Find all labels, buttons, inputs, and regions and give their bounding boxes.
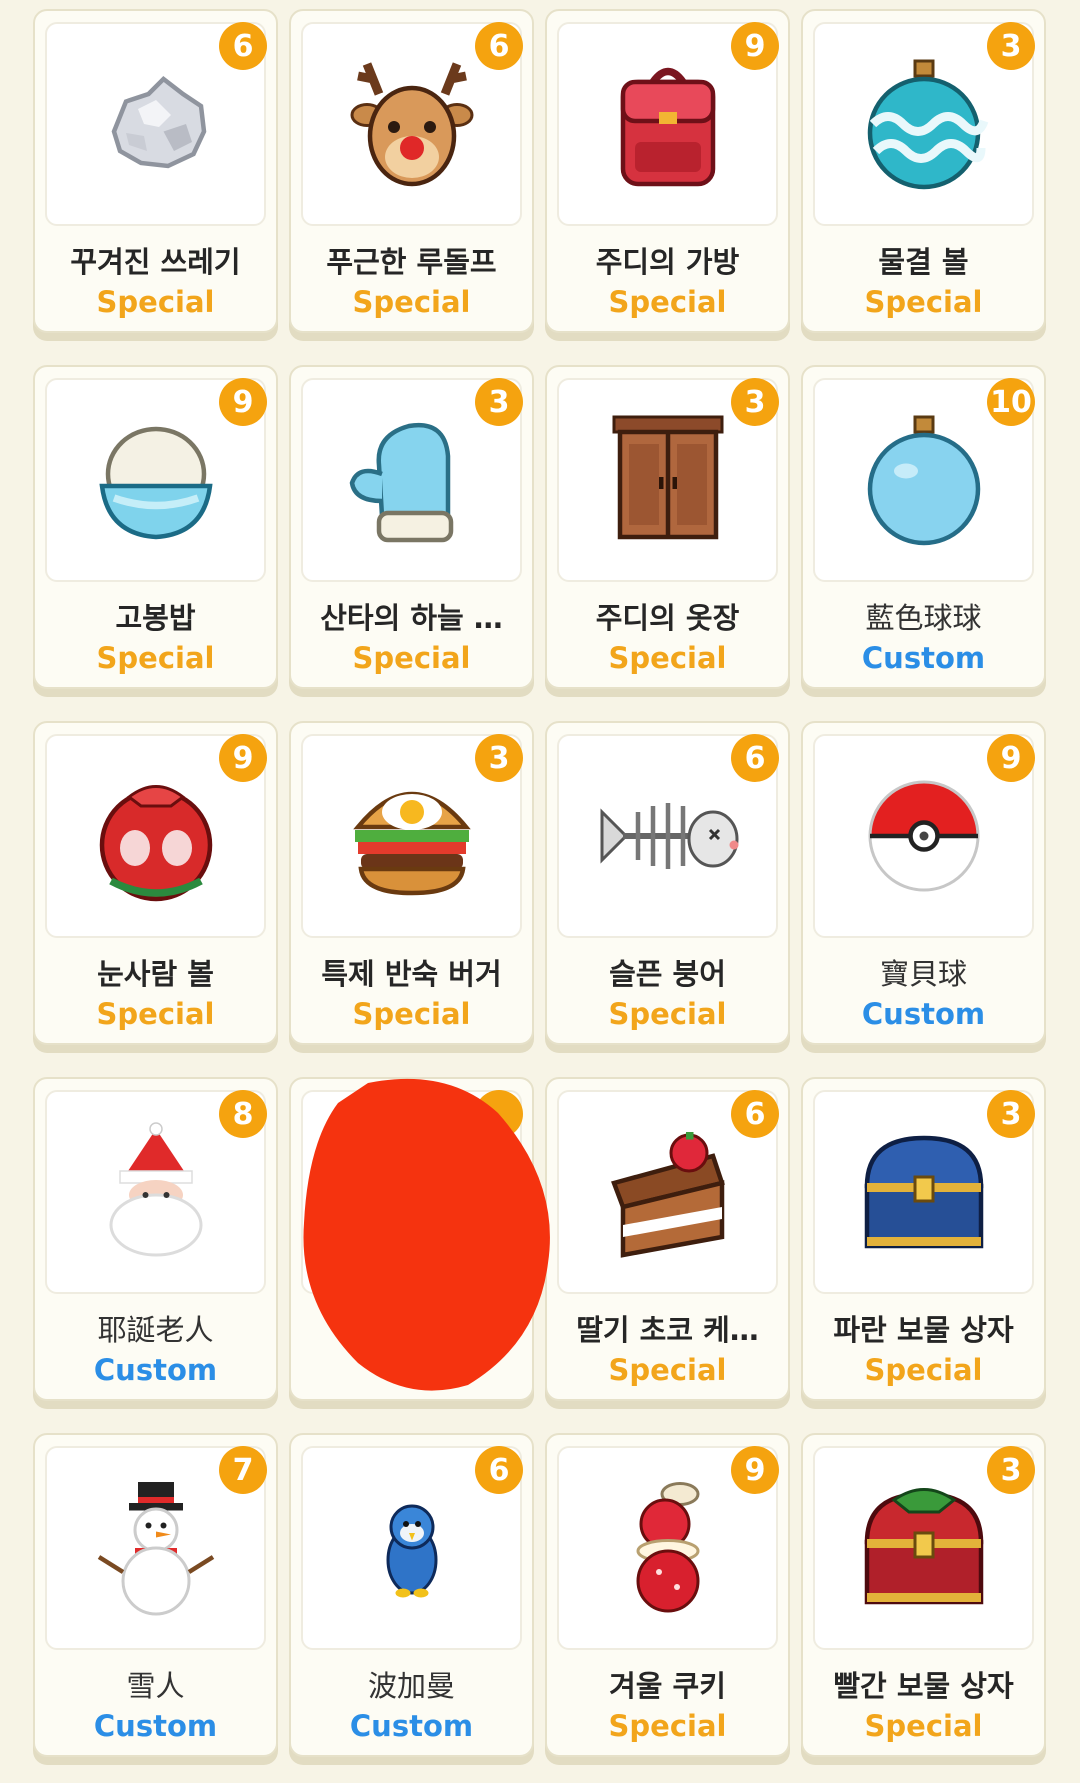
item-card[interactable]: 3 주디의 옷장 Special: [545, 365, 790, 689]
count-badge: 6: [219, 22, 267, 70]
item-name: 寶貝球: [879, 957, 967, 991]
redaction-scribble: [303, 1078, 550, 1391]
santa-icon: [109, 1122, 202, 1257]
red-ornament-icon: [99, 785, 212, 902]
item-tag: Special: [352, 641, 471, 675]
count-badge: 3: [475, 734, 523, 782]
item-tag: Special: [608, 1709, 727, 1743]
blue-chest-icon: [864, 1135, 983, 1249]
fish-skeleton-icon: [600, 803, 738, 869]
item-name: 슬픈 붕어: [609, 957, 726, 991]
item-tag: Custom: [93, 1353, 218, 1387]
item-tag: Special: [608, 997, 727, 1031]
item-tag: Special: [864, 1709, 983, 1743]
item-card[interactable]: 6 푸근한 루돌프 Special: [289, 9, 534, 333]
item-tag: Special: [608, 1353, 727, 1387]
item-tag: Special: [864, 285, 983, 319]
item-name: 고봉밥: [115, 601, 196, 635]
count-badge: 6: [475, 22, 523, 70]
item-card[interactable]: 3 빨간 보물 상자 Special: [801, 1433, 1046, 1757]
snowman-icon: [97, 1482, 214, 1616]
item-name: 雪人: [126, 1669, 185, 1703]
item-card[interactable]: 9 寶貝球 Custom: [801, 721, 1046, 1045]
count-badge: 6: [731, 734, 779, 782]
item-tag: Custom: [861, 641, 986, 675]
item-name: 물결 볼: [878, 245, 969, 279]
item-card[interactable]: 9 눈사람 볼 Special: [33, 721, 278, 1045]
item-card[interactable]: 9 겨울 쿠키 Special: [545, 1433, 790, 1757]
item-name: 주디의 옷장: [595, 601, 740, 635]
item-tag: Special: [864, 1353, 983, 1387]
item-card[interactable]: 7 雪人 Custom: [33, 1433, 278, 1757]
item-tag: Custom: [349, 1709, 474, 1743]
wave-ornament-icon: [867, 59, 988, 190]
crumpled-paper-icon: [111, 76, 206, 169]
item-card[interactable]: 10 藍色球球 Custom: [801, 365, 1046, 689]
item-card[interactable]: 8 耶誕老人 Custom: [33, 1077, 278, 1401]
count-badge: 9: [731, 1446, 779, 1494]
item-card[interactable]: 6 波加曼 Custom: [289, 1433, 534, 1757]
item-card[interactable]: 3 물결 볼 Special: [801, 9, 1046, 333]
item-tag: Special: [96, 285, 215, 319]
penguin-icon: [386, 1504, 437, 1598]
blue-ornament-icon: [867, 415, 980, 546]
item-name: 특제 반숙 버거: [321, 957, 502, 991]
count-badge: 9: [987, 734, 1035, 782]
item-name: 꾸겨진 쓰레기: [70, 245, 241, 279]
item-name: 주디의 가방: [595, 245, 740, 279]
item-tag: Special: [96, 997, 215, 1031]
item-name: 딸기 초코 케…: [576, 1313, 759, 1347]
item-name: 耶誕老人: [97, 1313, 214, 1347]
item-card[interactable]: 3 특제 반숙 버거 Special: [289, 721, 534, 1045]
count-badge: 3: [987, 22, 1035, 70]
item-card[interactable]: 3 파란 보물 상자 Special: [801, 1077, 1046, 1401]
count-badge: 3: [987, 1446, 1035, 1494]
red-chest-icon: [864, 1488, 983, 1605]
burger-icon: [352, 791, 471, 896]
item-grid: 6 꾸겨진 쓰레기 Special 6 푸근한 루돌프 Special 9 주디…: [33, 9, 1046, 1773]
item-card[interactable]: 3 산타의 하늘 … Special: [289, 365, 534, 689]
item-tag: Special: [96, 641, 215, 675]
reindeer-icon: [350, 62, 473, 187]
item-name: 파란 보물 상자: [833, 1313, 1014, 1347]
item-card[interactable]: 6 딸기 초코 케… Special: [545, 1077, 790, 1401]
item-name: 波加曼: [367, 1669, 455, 1703]
count-badge: 8: [219, 1090, 267, 1138]
count-badge: 3: [987, 1090, 1035, 1138]
item-name: 藍色球球: [865, 601, 982, 635]
item-tag: Special: [608, 285, 727, 319]
pokeball-icon: [868, 780, 979, 892]
item-name: 겨울 쿠키: [609, 1669, 726, 1703]
rice-bowl-icon: [98, 426, 213, 540]
count-badge: 9: [219, 378, 267, 426]
item-tag: Special: [608, 641, 727, 675]
count-badge: 6: [475, 1446, 523, 1494]
item-card[interactable]: 6 슬픈 붕어 Special: [545, 721, 790, 1045]
cake-slice-icon: [610, 1132, 725, 1258]
item-card[interactable]: 9 고봉밥 Special: [33, 365, 278, 689]
item-name: 산타의 하늘 …: [320, 601, 503, 635]
red-backpack-icon: [620, 67, 715, 187]
strawberry-cookie-icon: [636, 1482, 699, 1613]
count-badge: 9: [219, 734, 267, 782]
count-badge: 3: [475, 378, 523, 426]
count-badge: 9: [731, 22, 779, 70]
count-badge: 3: [731, 378, 779, 426]
count-badge: 6: [731, 1090, 779, 1138]
item-card[interactable]: 6 꾸겨진 쓰레기 Special: [33, 9, 278, 333]
item-tag: Special: [352, 997, 471, 1031]
item-name: 빨간 보물 상자: [833, 1669, 1014, 1703]
item-name: 푸근한 루돌프: [326, 245, 497, 279]
item-tag: Special: [352, 285, 471, 319]
item-card[interactable]: 9 주디의 가방 Special: [545, 9, 790, 333]
item-tag: Custom: [861, 997, 986, 1031]
blue-mitten-icon: [349, 422, 453, 543]
count-badge: 10: [987, 378, 1035, 426]
count-badge: 7: [219, 1446, 267, 1494]
wardrobe-icon: [612, 415, 723, 540]
item-name: 눈사람 볼: [97, 957, 214, 991]
item-tag: Custom: [93, 1709, 218, 1743]
